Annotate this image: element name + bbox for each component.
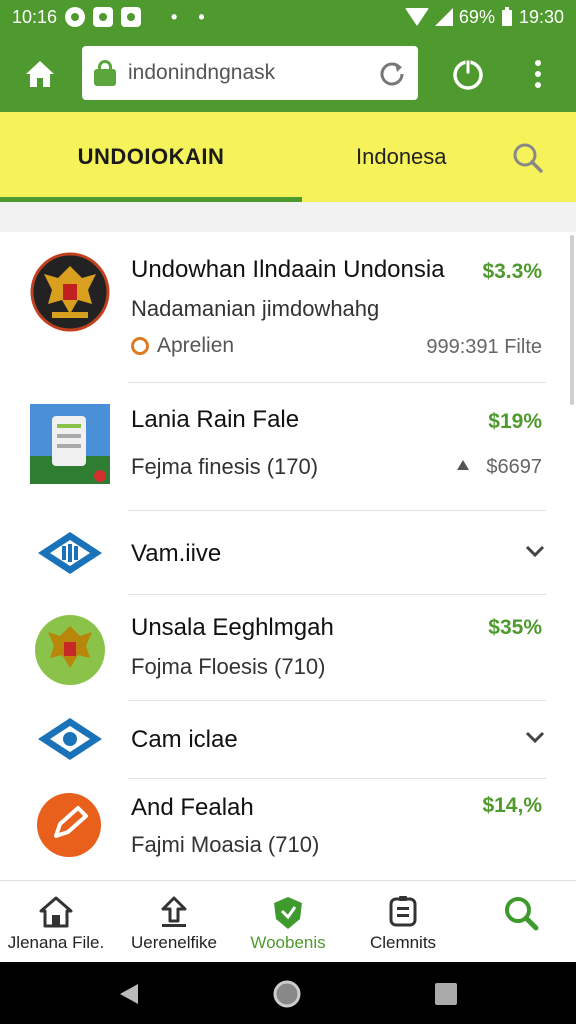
- item-title: Lania Rain Fale: [131, 406, 300, 433]
- pencil-app-icon: [37, 793, 101, 857]
- signal-icon: [434, 8, 453, 26]
- nav-shield[interactable]: Woobenis: [236, 881, 340, 963]
- item-percent: $35%: [488, 616, 542, 639]
- nav-upload[interactable]: Uerenelfike: [112, 881, 236, 963]
- nav-home[interactable]: Jlenana File.: [0, 881, 112, 963]
- chevron-down-icon[interactable]: [524, 726, 546, 748]
- emblem-icon: [30, 252, 110, 332]
- status-time-right: 19:30: [518, 6, 564, 27]
- document-icon: [389, 896, 417, 927]
- back-icon[interactable]: [118, 982, 140, 1006]
- diamond-logo-icon: [38, 718, 102, 760]
- list-item-collapsed[interactable]: Vam.iive: [0, 510, 576, 595]
- nav-label: Uerenelfike: [131, 933, 217, 952]
- list-item[interactable]: Lania Rain Fale Fejma finesis (170) $19%…: [0, 382, 576, 511]
- item-title: Vam.iive: [131, 540, 222, 567]
- item-subtitle: Nadamanian jimdowhahg: [131, 296, 380, 321]
- item-meta-text: Aprelien: [157, 334, 235, 357]
- overflow-menu-icon[interactable]: [526, 56, 550, 92]
- home-icon: [39, 896, 73, 928]
- item-percent: $19%: [488, 410, 542, 433]
- item-title: Undowhan Ilndaain Undonsia: [131, 256, 445, 283]
- item-subtitle: Fajmi Moasia (710): [131, 832, 320, 857]
- reload-icon[interactable]: [378, 59, 406, 87]
- status-dot-icon: [131, 337, 149, 355]
- list-item[interactable]: And Fealah Fajmi Moasia (710) $14,%: [0, 778, 576, 878]
- battery-level: 69%: [458, 6, 495, 27]
- tab-bar: UNDOIOKAIN Indonesa: [0, 112, 576, 202]
- notification-icon: [65, 7, 86, 27]
- status-time-left: 10:16: [12, 6, 58, 27]
- item-subtitle: Fojma Floesis (710): [131, 654, 326, 679]
- home-nav-icon[interactable]: [272, 979, 302, 1009]
- url-bar[interactable]: indonindngnask: [82, 46, 418, 100]
- up-arrow-icon: [457, 460, 469, 470]
- url-text[interactable]: indonindngnask: [128, 61, 378, 85]
- item-title: And Fealah: [131, 794, 254, 821]
- nav-search[interactable]: [466, 881, 576, 963]
- battery-icon: [501, 7, 512, 26]
- spacer: [0, 202, 576, 232]
- tab-undoiokain[interactable]: UNDOIOKAIN: [0, 112, 302, 202]
- app-thumbnail-icon: [30, 404, 110, 484]
- item-subtitle: Fejma finesis (170): [131, 454, 319, 479]
- emblem-green-icon: [35, 615, 105, 685]
- lock-icon: [94, 60, 116, 86]
- chevron-down-icon[interactable]: [524, 540, 546, 562]
- recents-icon[interactable]: [434, 982, 458, 1006]
- power-icon[interactable]: [450, 56, 486, 92]
- search-icon: [505, 897, 539, 931]
- upload-icon: [161, 896, 187, 927]
- system-navigation-bar: [0, 962, 576, 1024]
- item-right-meta: 999:391 Filte: [426, 336, 542, 358]
- bottom-navigation: Jlenana File. Uerenelfike Woobenis Clemn…: [0, 880, 576, 962]
- item-percent: $3.3%: [482, 260, 542, 283]
- home-icon[interactable]: [22, 56, 58, 92]
- scrollbar[interactable]: [570, 235, 574, 405]
- nav-label: Woobenis: [250, 933, 326, 952]
- tab-indonesa[interactable]: Indonesa: [356, 112, 447, 202]
- nav-label: Clemnits: [369, 933, 437, 952]
- diamond-logo-icon: [38, 532, 102, 574]
- item-right-meta: $6697: [486, 456, 542, 478]
- nav-documents[interactable]: Clemnits: [340, 881, 466, 963]
- more-notifications-icon: • •: [171, 6, 213, 27]
- message-icon: [93, 7, 114, 27]
- list-item-collapsed[interactable]: Cam iclae: [0, 700, 576, 779]
- item-title: Cam iclae: [131, 726, 238, 753]
- status-bar: 10:16 • • 69% 19:30: [0, 0, 576, 34]
- app-icon: [121, 7, 142, 27]
- list-item[interactable]: Unsala Eeghlmgah Fojma Floesis (710) $35…: [0, 594, 576, 701]
- wifi-icon: [404, 8, 429, 26]
- search-icon[interactable]: [512, 142, 544, 174]
- nav-label: Jlenana File.: [7, 933, 105, 952]
- shield-icon: [274, 897, 302, 929]
- item-percent: $14,%: [482, 794, 542, 817]
- list-item[interactable]: Undowhan Ilndaain Undonsia Nadamanian ji…: [0, 232, 576, 383]
- item-meta: Aprelien: [131, 334, 234, 358]
- item-title: Unsala Eeghlmgah: [131, 614, 334, 641]
- browser-toolbar: indonindngnask: [0, 34, 576, 112]
